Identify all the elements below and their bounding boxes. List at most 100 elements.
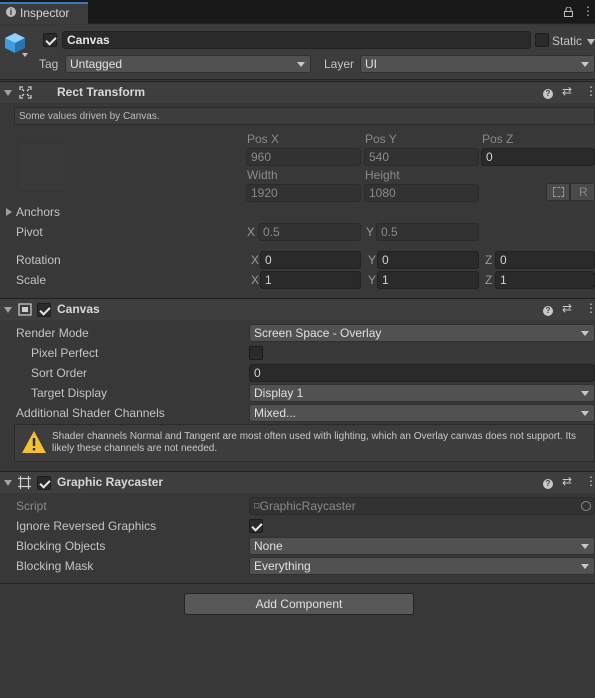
graphic-raycaster-header[interactable]: Graphic Raycaster ? ⇄ ⋮: [0, 471, 595, 493]
static-label: Static: [552, 34, 583, 48]
raycaster-component-icon: [18, 476, 31, 492]
sort-order-field[interactable]: 0: [249, 364, 595, 382]
pivot-y-axis-label: Y: [366, 225, 375, 239]
raycaster-enabled-checkbox[interactable]: [37, 476, 51, 490]
components-end-divider: [0, 583, 595, 584]
tag-label: Tag: [39, 57, 59, 71]
rotation-z-field[interactable]: 0: [495, 251, 595, 269]
target-display-dropdown[interactable]: Display 1: [249, 384, 595, 402]
component-menu-icon[interactable]: ⋮: [585, 84, 595, 98]
pivot-label: Pivot: [16, 225, 43, 239]
scale-y-axis-label: Y: [368, 273, 377, 287]
static-checkbox[interactable]: [535, 33, 549, 47]
icon-dropdown-icon[interactable]: [22, 53, 28, 57]
lock-icon[interactable]: [564, 6, 573, 17]
scale-x-field[interactable]: 1: [260, 271, 361, 289]
rotation-y-field[interactable]: 0: [377, 251, 479, 269]
pos-z-field[interactable]: 0: [481, 148, 595, 166]
canvas-fold-icon[interactable]: [4, 307, 12, 313]
sort-order-label: Sort Order: [31, 366, 88, 380]
rect-transform-header[interactable]: Rect Transform ? ⇄ ⋮: [0, 81, 595, 103]
pixel-perfect-checkbox[interactable]: [249, 346, 263, 360]
shader-channels-label: Additional Shader Channels: [16, 406, 165, 420]
raw-edit-button[interactable]: R: [570, 183, 595, 201]
blocking-mask-dropdown[interactable]: Everything: [249, 557, 595, 575]
pos-z-label: Pos Z: [482, 132, 514, 146]
anchors-label[interactable]: Anchors: [16, 204, 60, 220]
pos-x-label: Pos X: [247, 132, 280, 146]
canvas-title: Canvas: [57, 302, 100, 316]
warning-icon: [21, 430, 47, 457]
rect-transform-title: Rect Transform: [57, 85, 146, 99]
pos-x-field[interactable]: 960: [246, 148, 361, 166]
object-picker-icon[interactable]: [581, 501, 591, 511]
active-checkbox[interactable]: [43, 33, 57, 47]
scale-z-field[interactable]: 1: [495, 271, 595, 289]
target-display-label: Target Display: [31, 386, 108, 400]
object-header: Canvas Static Tag Untagged Layer UI: [0, 25, 595, 80]
tab-bar: i Inspector ⋮: [0, 0, 595, 24]
shader-channels-dropdown[interactable]: Mixed...: [249, 404, 595, 422]
scale-y-field[interactable]: 1: [377, 271, 479, 289]
scale-x-axis-label: X: [251, 273, 260, 287]
width-field[interactable]: 1920: [246, 184, 361, 202]
driven-note: Some values driven by Canvas.: [14, 107, 595, 125]
render-mode-label: Render Mode: [16, 326, 89, 340]
help-icon[interactable]: ?: [543, 475, 553, 489]
pixel-perfect-label: Pixel Perfect: [31, 346, 99, 360]
tab-title: Inspector: [20, 6, 70, 20]
pivot-x-axis-label: X: [247, 225, 256, 239]
blocking-mask-label: Blocking Mask: [16, 559, 94, 573]
presets-icon[interactable]: ⇄: [562, 474, 572, 488]
help-icon[interactable]: ?: [543, 85, 553, 99]
help-icon[interactable]: ?: [543, 302, 553, 316]
rect-transform-icon: [19, 86, 32, 102]
blocking-objects-dropdown[interactable]: None: [249, 537, 595, 555]
scale-label: Scale: [16, 273, 47, 287]
blueprint-mode-button[interactable]: [546, 183, 570, 201]
ignore-reversed-label: Ignore Reversed Graphics: [16, 519, 157, 533]
rotation-z-axis-label: Z: [485, 253, 493, 267]
presets-icon[interactable]: ⇄: [562, 84, 572, 98]
shader-channels-warning: Shader channels Normal and Tangent are m…: [14, 424, 595, 462]
pos-y-label: Pos Y: [365, 132, 397, 146]
script-field[interactable]: ⌑GraphicRaycaster: [249, 497, 595, 515]
raycaster-title: Graphic Raycaster: [57, 475, 164, 489]
layer-label: Layer: [324, 57, 355, 71]
tab-menu-icon[interactable]: ⋮: [582, 5, 594, 17]
pivot-y-field[interactable]: 0.5: [376, 223, 479, 241]
presets-icon[interactable]: ⇄: [562, 301, 572, 315]
tag-dropdown[interactable]: Untagged: [65, 55, 311, 73]
component-menu-icon[interactable]: ⋮: [585, 474, 595, 488]
blueprint-icon: [553, 187, 564, 197]
height-label: Height: [365, 168, 400, 182]
canvas-component-icon: [18, 303, 32, 319]
anchor-presets-button[interactable]: [18, 143, 66, 191]
height-field[interactable]: 1080: [364, 184, 479, 202]
info-icon: i: [6, 7, 16, 17]
canvas-header[interactable]: Canvas ? ⇄ ⋮: [0, 298, 595, 320]
component-menu-icon[interactable]: ⋮: [585, 301, 595, 315]
object-name-field[interactable]: Canvas: [62, 31, 531, 49]
pivot-x-field[interactable]: 0.5: [258, 223, 361, 241]
rotation-x-axis-label: X: [251, 253, 260, 267]
rotation-x-field[interactable]: 0: [260, 251, 361, 269]
layer-dropdown[interactable]: UI: [360, 55, 595, 73]
static-dropdown-icon[interactable]: [587, 39, 595, 45]
rotation-y-axis-label: Y: [368, 253, 377, 267]
blocking-objects-label: Blocking Objects: [16, 539, 106, 553]
width-label: Width: [247, 168, 278, 182]
render-mode-dropdown[interactable]: Screen Space - Overlay: [249, 324, 595, 342]
ignore-reversed-checkbox[interactable]: [249, 519, 263, 533]
canvas-enabled-checkbox[interactable]: [37, 303, 51, 317]
pos-y-field[interactable]: 540: [364, 148, 479, 166]
rotation-label: Rotation: [16, 253, 61, 267]
warning-text: Shader channels Normal and Tangent are m…: [52, 431, 577, 454]
anchors-fold-icon[interactable]: [6, 208, 12, 216]
rect-transform-fold-icon[interactable]: [4, 90, 12, 96]
raycaster-fold-icon[interactable]: [4, 480, 12, 486]
add-component-button[interactable]: Add Component: [184, 593, 414, 615]
tab-inspector[interactable]: i Inspector: [0, 2, 88, 24]
scale-z-axis-label: Z: [485, 273, 493, 287]
script-label: Script: [16, 499, 47, 513]
